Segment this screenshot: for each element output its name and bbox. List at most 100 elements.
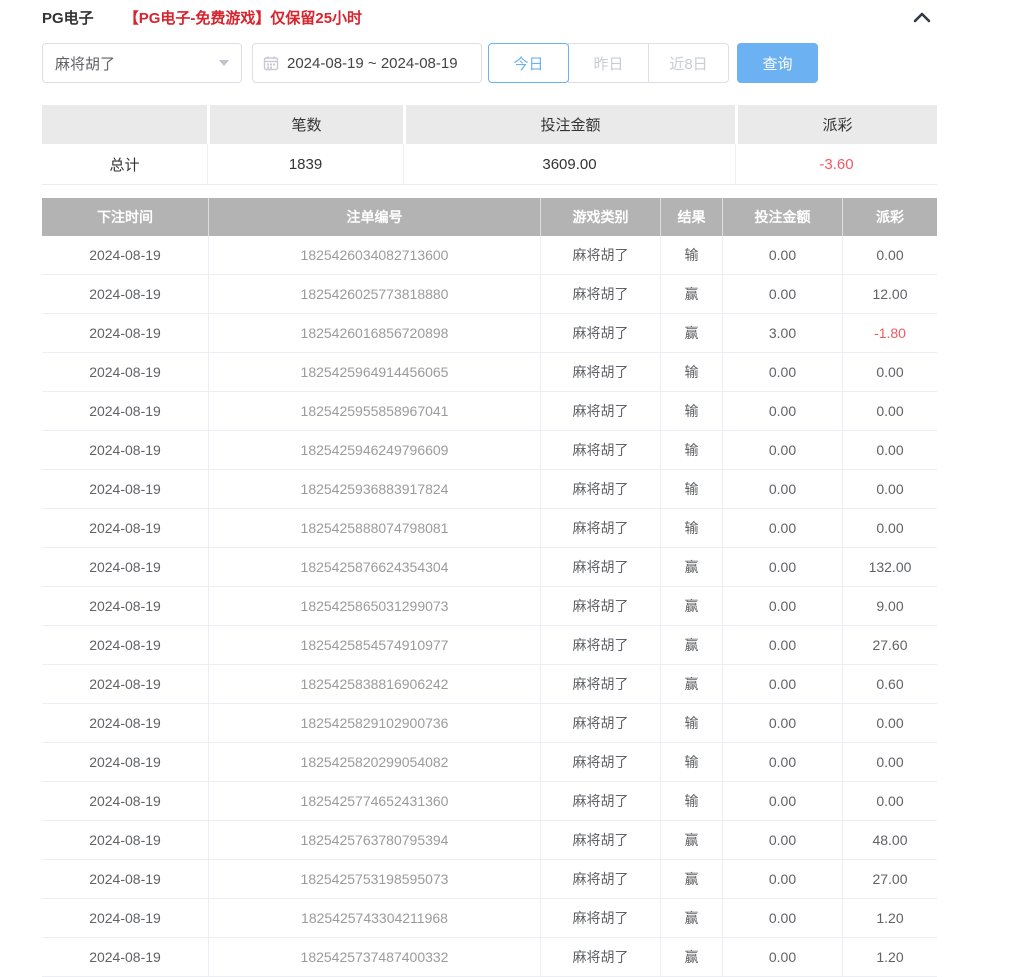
cell-payout: 0.00 xyxy=(842,782,937,820)
cell-payout: 12.00 xyxy=(842,275,937,313)
summary-total-row: 总计 1839 3609.00 -3.60 xyxy=(42,144,937,185)
table-row: 2024-08-191825425854574910977麻将胡了赢0.0027… xyxy=(42,626,937,665)
chevron-up-icon xyxy=(911,9,933,25)
collapse-button[interactable] xyxy=(911,9,933,25)
cell-order-id: 1825425743304211968 xyxy=(208,899,540,937)
col-result: 结果 xyxy=(660,198,722,236)
cell-payout: 1.20 xyxy=(842,899,937,937)
cell-game-type: 麻将胡了 xyxy=(540,392,660,430)
cell-payout: 0.00 xyxy=(842,392,937,430)
table-row: 2024-08-191825425865031299073麻将胡了赢0.009.… xyxy=(42,587,937,626)
cell-result: 赢 xyxy=(660,587,722,625)
cell-payout: 0.00 xyxy=(842,743,937,781)
cell-bet-amount: 0.00 xyxy=(722,704,842,742)
cell-order-id: 1825426016856720898 xyxy=(208,314,540,352)
cell-game-type: 麻将胡了 xyxy=(540,236,660,274)
cell-bet-amount: 0.00 xyxy=(722,665,842,703)
cell-result: 赢 xyxy=(660,626,722,664)
cell-payout: 9.00 xyxy=(842,587,937,625)
cell-payout: 0.00 xyxy=(842,509,937,547)
cell-order-id: 1825426034082713600 xyxy=(208,236,540,274)
cell-result: 输 xyxy=(660,782,722,820)
col-bet-amount: 投注金额 xyxy=(722,198,842,236)
yesterday-button[interactable]: 昨日 xyxy=(568,43,649,83)
cell-bet-time: 2024-08-19 xyxy=(42,314,208,352)
table-row: 2024-08-191825426034082713600麻将胡了输0.000.… xyxy=(42,236,937,275)
cell-game-type: 麻将胡了 xyxy=(540,743,660,781)
table-row: 2024-08-191825425820299054082麻将胡了输0.000.… xyxy=(42,743,937,782)
cell-game-type: 麻将胡了 xyxy=(540,353,660,391)
cell-bet-amount: 0.00 xyxy=(722,626,842,664)
cell-game-type: 麻将胡了 xyxy=(540,509,660,547)
filter-bar: 麻将胡了 2024-08-19 ~ 2024-08-19 今日 昨日 近8日 查… xyxy=(42,43,937,83)
cell-payout: 0.00 xyxy=(842,236,937,274)
summary-header-blank xyxy=(42,105,207,144)
cell-bet-amount: 0.00 xyxy=(722,782,842,820)
cell-order-id: 1825425829102900736 xyxy=(208,704,540,742)
cell-payout: 132.00 xyxy=(842,548,937,586)
cell-payout: 0.00 xyxy=(842,431,937,469)
game-select-value: 麻将胡了 xyxy=(55,53,219,74)
cell-payout: 48.00 xyxy=(842,821,937,859)
cell-game-type: 麻将胡了 xyxy=(540,782,660,820)
content: PG电子 【PG电子-免费游戏】仅保留25小时 麻将胡了 xyxy=(42,0,937,977)
cell-game-type: 麻将胡了 xyxy=(540,431,660,469)
today-button[interactable]: 今日 xyxy=(488,43,569,83)
date-range-picker[interactable]: 2024-08-19 ~ 2024-08-19 xyxy=(252,43,482,83)
cell-game-type: 麻将胡了 xyxy=(540,860,660,898)
cell-bet-amount: 3.00 xyxy=(722,314,842,352)
cell-bet-time: 2024-08-19 xyxy=(42,743,208,781)
bet-records-table: 下注时间 注单编号 游戏类别 结果 投注金额 派彩 2024-08-191825… xyxy=(42,198,937,977)
table-row: 2024-08-191825425876624354304麻将胡了赢0.0013… xyxy=(42,548,937,587)
table-row: 2024-08-191825425946249796609麻将胡了输0.000.… xyxy=(42,431,937,470)
table-header-row: 下注时间 注单编号 游戏类别 结果 投注金额 派彩 xyxy=(42,198,937,236)
col-game-type: 游戏类别 xyxy=(540,198,660,236)
cell-order-id: 1825425753198595073 xyxy=(208,860,540,898)
cell-result: 赢 xyxy=(660,821,722,859)
cell-result: 输 xyxy=(660,353,722,391)
game-select[interactable]: 麻将胡了 xyxy=(42,43,242,83)
summary-header-count: 笔数 xyxy=(207,105,403,144)
query-button[interactable]: 查询 xyxy=(737,43,818,83)
cell-result: 输 xyxy=(660,743,722,781)
cell-bet-time: 2024-08-19 xyxy=(42,782,208,820)
cell-bet-time: 2024-08-19 xyxy=(42,938,208,976)
cell-bet-time: 2024-08-19 xyxy=(42,665,208,703)
cell-bet-time: 2024-08-19 xyxy=(42,704,208,742)
cell-payout: 0.00 xyxy=(842,470,937,508)
table-row: 2024-08-191825425763780795394麻将胡了赢0.0048… xyxy=(42,821,937,860)
table-row: 2024-08-191825425829102900736麻将胡了输0.000.… xyxy=(42,704,937,743)
summary-total-label: 总计 xyxy=(42,144,207,184)
cell-bet-amount: 0.00 xyxy=(722,743,842,781)
cell-order-id: 1825425774652431360 xyxy=(208,782,540,820)
cell-game-type: 麻将胡了 xyxy=(540,938,660,976)
cell-order-id: 1825425964914456065 xyxy=(208,353,540,391)
cell-game-type: 麻将胡了 xyxy=(540,626,660,664)
cell-bet-amount: 0.00 xyxy=(722,275,842,313)
cell-bet-time: 2024-08-19 xyxy=(42,353,208,391)
quick-range-group: 今日 昨日 近8日 xyxy=(488,43,729,83)
cell-result: 赢 xyxy=(660,938,722,976)
cell-order-id: 1825425946249796609 xyxy=(208,431,540,469)
summary-total-count: 1839 xyxy=(207,144,403,184)
summary-total-payout: -3.60 xyxy=(735,144,937,184)
date-range-value: 2024-08-19 ~ 2024-08-19 xyxy=(287,55,458,72)
cell-bet-amount: 0.00 xyxy=(722,587,842,625)
cell-order-id: 1825425838816906242 xyxy=(208,665,540,703)
cell-payout: -1.80 xyxy=(842,314,937,352)
table-row: 2024-08-191825425774652431360麻将胡了输0.000.… xyxy=(42,782,937,821)
cell-game-type: 麻将胡了 xyxy=(540,587,660,625)
last8days-button[interactable]: 近8日 xyxy=(648,43,729,83)
cell-order-id: 1825425865031299073 xyxy=(208,587,540,625)
cell-game-type: 麻将胡了 xyxy=(540,821,660,859)
notice-text: 【PG电子-免费游戏】仅保留25小时 xyxy=(124,7,362,28)
cell-result: 输 xyxy=(660,392,722,430)
cell-bet-time: 2024-08-19 xyxy=(42,470,208,508)
cell-result: 输 xyxy=(660,509,722,547)
cell-result: 赢 xyxy=(660,548,722,586)
cell-game-type: 麻将胡了 xyxy=(540,548,660,586)
cell-bet-amount: 0.00 xyxy=(722,353,842,391)
summary-table: 笔数 投注金额 派彩 总计 1839 3609.00 -3.60 xyxy=(42,105,937,185)
cell-game-type: 麻将胡了 xyxy=(540,704,660,742)
bet-table-body: 2024-08-191825426034082713600麻将胡了输0.000.… xyxy=(42,236,937,977)
